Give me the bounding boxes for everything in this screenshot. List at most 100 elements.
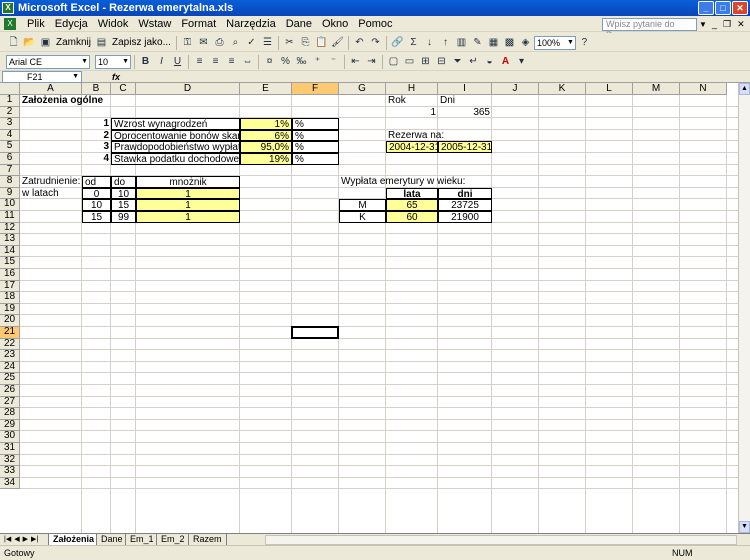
row-header[interactable]: 1 <box>0 94 20 107</box>
cell-b6[interactable]: 4 <box>82 153 111 165</box>
italic-icon[interactable]: I <box>154 54 169 69</box>
cell-c5[interactable]: Prawdopodobieństwo wypłaty <box>111 141 246 153</box>
close-doc-icon[interactable]: ▣ <box>38 35 53 50</box>
column-header[interactable]: G <box>339 83 386 95</box>
align-right-icon[interactable]: ≡ <box>224 54 239 69</box>
active-cell-cursor[interactable] <box>291 326 339 339</box>
doc-close-icon[interactable]: ✕ <box>737 19 745 30</box>
menu-item-pomoc[interactable]: Pomoc <box>353 18 397 30</box>
cell-h10[interactable]: 65 <box>386 199 438 211</box>
column-header[interactable]: F <box>292 83 339 95</box>
close-button[interactable]: ✕ <box>732 1 748 15</box>
merge-icon[interactable]: ▭ <box>402 54 417 69</box>
research-icon[interactable]: ☰ <box>260 35 275 50</box>
cell-i2[interactable]: 365 <box>438 107 492 119</box>
save-as-button[interactable]: Zapisz jako... <box>110 35 173 50</box>
pivot-icon[interactable]: ▩ <box>502 35 517 50</box>
menu-item-widok[interactable]: Widok <box>93 18 134 30</box>
cell-c8[interactable]: do <box>111 176 136 188</box>
paste-icon[interactable]: 📋 <box>314 35 329 50</box>
cell-h4[interactable]: Rezerwa na: <box>386 130 444 142</box>
menu-item-plik[interactable]: Plik <box>22 18 50 30</box>
help-icon[interactable]: ? <box>577 35 592 50</box>
font-size-select[interactable]: 10 ▼ <box>95 54 131 69</box>
cell-d10[interactable]: 1 <box>136 199 240 211</box>
cell-d11[interactable]: 1 <box>136 211 240 223</box>
cell-a9[interactable]: w latach <box>20 188 82 200</box>
zoom-select[interactable]: 100% ▼ <box>533 35 576 50</box>
font-color-icon[interactable]: A <box>498 54 513 69</box>
cell-i1[interactable]: Dni <box>438 95 492 107</box>
column-header[interactable]: N <box>680 83 727 95</box>
column-header[interactable]: M <box>633 83 680 95</box>
cell-d9[interactable]: 1 <box>136 187 240 200</box>
cell-i11[interactable]: 21900 <box>438 211 492 223</box>
borders-icon[interactable]: ▢ <box>386 54 401 69</box>
column-header[interactable]: A <box>20 83 82 95</box>
doc-minimize-icon[interactable]: _ <box>712 19 717 30</box>
column-header[interactable]: C <box>111 83 136 95</box>
drawing-icon[interactable]: ✎ <box>470 35 485 50</box>
vertical-scrollbar[interactable]: ▲ ▼ <box>738 83 750 533</box>
row-header[interactable]: 34 <box>0 477 20 490</box>
insert-cols-icon[interactable]: ⊟ <box>434 54 449 69</box>
cell-g8[interactable]: Wypłata emerytury w wieku: <box>339 176 492 188</box>
cell-h1[interactable]: Rok <box>386 95 438 107</box>
cell-f4[interactable]: % <box>292 129 339 142</box>
fill-color-icon[interactable]: ◒ <box>482 54 497 69</box>
menu-item-wstaw[interactable]: Wstaw <box>133 18 176 30</box>
autosum-icon[interactable]: Σ <box>406 35 421 50</box>
cell-i5[interactable]: 2005-12-31 <box>438 141 492 153</box>
spelling-icon[interactable]: ✓ <box>244 35 259 50</box>
column-header[interactable]: J <box>492 83 539 95</box>
column-header[interactable]: L <box>586 83 633 95</box>
increase-indent-icon[interactable]: ⇥ <box>364 54 379 69</box>
cell-g10[interactable]: M <box>339 199 386 211</box>
new-icon[interactable]: 🗋 <box>6 35 21 50</box>
open-icon[interactable]: 📂 <box>22 35 37 50</box>
row-header[interactable]: 31 <box>0 442 20 455</box>
cell-e3[interactable]: 1% <box>240 118 292 130</box>
wrap-icon[interactable]: ↵ <box>466 54 481 69</box>
cell-e6[interactable]: 19% <box>240 153 292 165</box>
copy-icon[interactable]: ⎘ <box>298 35 313 50</box>
align-left-icon[interactable]: ≡ <box>192 54 207 69</box>
font-select[interactable]: Arial CE ▼ <box>6 54 90 69</box>
redo-icon[interactable]: ↷ <box>368 35 383 50</box>
format-painter-icon[interactable]: 🖌 <box>330 35 345 50</box>
currency-icon[interactable]: ¤ <box>262 54 277 69</box>
cell-b8[interactable]: od <box>82 176 111 188</box>
toolbar-options-icon[interactable]: ▾ <box>514 54 529 69</box>
cell-c9[interactable]: 10 <box>111 187 136 200</box>
cell-b4[interactable]: 2 <box>82 130 111 142</box>
workbook-icon[interactable]: X <box>4 18 16 30</box>
bold-icon[interactable]: B <box>138 54 153 69</box>
cell-c4[interactable]: Oprocentowanie bonów skarbowych <box>111 129 275 142</box>
decrease-indent-icon[interactable]: ⇤ <box>348 54 363 69</box>
increase-decimal-icon[interactable]: ⁺ <box>310 54 325 69</box>
help-search-input[interactable]: Wpisz pytanie do Pomocy <box>602 18 697 40</box>
cell-b10[interactable]: 10 <box>82 199 111 211</box>
cell-a1[interactable]: Założenia ogólne <box>20 95 111 107</box>
cell-e5[interactable]: 95,0% <box>240 141 292 153</box>
insert-rows-icon[interactable]: ⊞ <box>418 54 433 69</box>
cell-b9[interactable]: 0 <box>82 187 111 200</box>
row-header[interactable]: 6 <box>0 152 20 165</box>
chart-wizard-icon[interactable]: ▥ <box>454 35 469 50</box>
name-box[interactable]: F21 ▼ <box>2 71 82 83</box>
row-header[interactable]: 21 <box>0 326 20 339</box>
menu-item-format[interactable]: Format <box>176 18 221 30</box>
undo-icon[interactable]: ↶ <box>352 35 367 50</box>
cell-c3[interactable]: Wzrost wynagrodzeń <box>111 118 240 130</box>
table-icon[interactable]: ▦ <box>486 35 501 50</box>
close-doc-button[interactable]: Zamknij <box>54 35 93 50</box>
cell-b3[interactable]: 1 <box>82 118 111 130</box>
menu-item-okno[interactable]: Okno <box>317 18 353 30</box>
row-header[interactable]: 11 <box>0 210 20 223</box>
underline-icon[interactable]: U <box>170 54 185 69</box>
cut-icon[interactable]: ✂ <box>282 35 297 50</box>
maximize-button[interactable]: □ <box>715 1 731 15</box>
doc-restore-icon[interactable]: ❐ <box>723 19 731 30</box>
column-header[interactable]: K <box>539 83 586 95</box>
filter-icon[interactable]: ⏷ <box>450 54 465 69</box>
